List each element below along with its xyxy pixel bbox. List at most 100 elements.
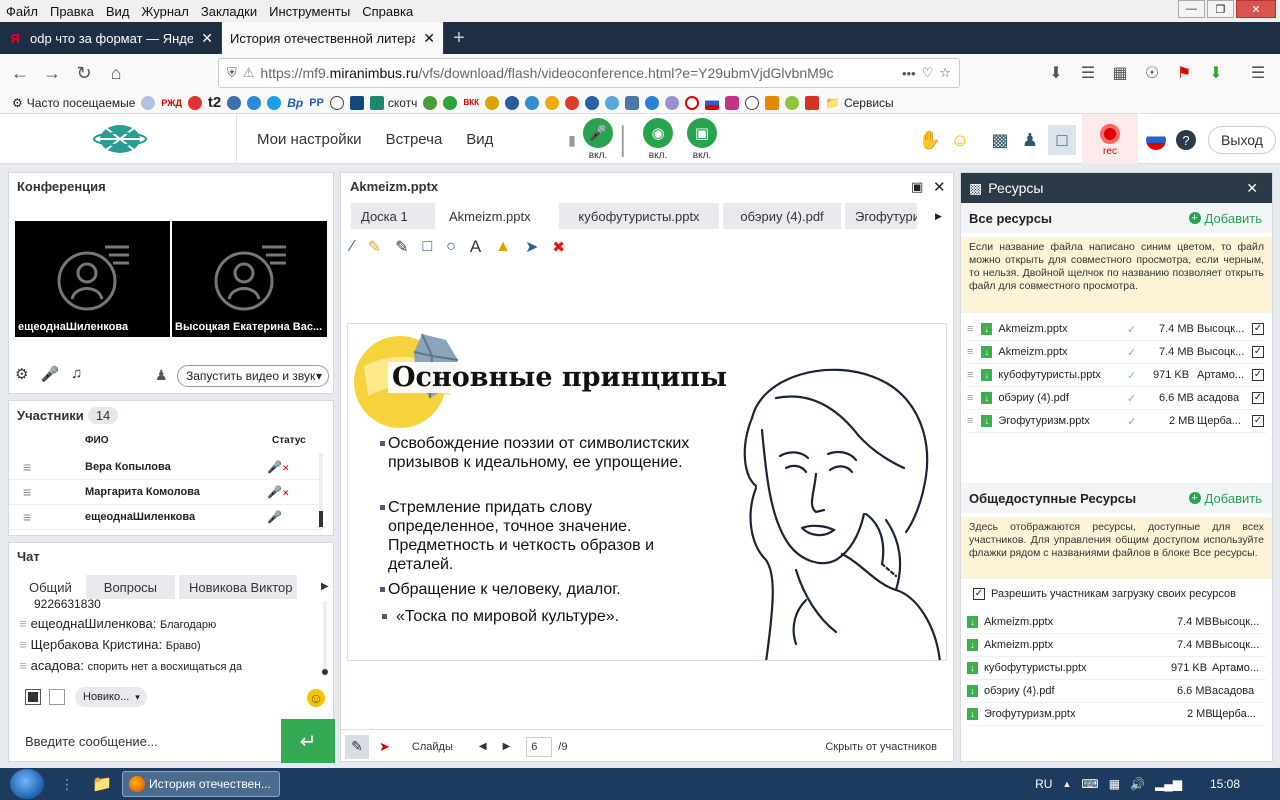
rectangle-tool-icon[interactable]: □ — [422, 238, 432, 256]
maximize-icon[interactable]: ▣ — [911, 179, 923, 195]
drag-handle-icon[interactable]: ≡ — [9, 509, 85, 525]
text-color-icon[interactable] — [25, 689, 41, 705]
tray-expand-icon[interactable]: ▲ — [1062, 779, 1071, 789]
taskbar-firefox-app[interactable]: История отечествен... — [122, 771, 280, 797]
bookmark-icon[interactable] — [484, 95, 499, 110]
participant-row[interactable]: ≡ Маргарита Комолова 🎤✕ — [9, 480, 319, 505]
download-icon[interactable]: ↓ — [981, 369, 993, 381]
mic-active-icon[interactable]: 🎤 — [267, 510, 282, 524]
library-icon[interactable]: ☰ — [1074, 58, 1102, 88]
checkmark-icon[interactable] — [604, 95, 619, 110]
tab-close-icon[interactable]: ✕ — [201, 30, 213, 47]
bookmark-icon[interactable] — [504, 95, 519, 110]
bookmark-icon[interactable] — [764, 95, 779, 110]
participant-row[interactable]: ≡ Вера Копылова 🎤✕ — [9, 455, 319, 480]
share-checkbox[interactable]: ✓ — [1252, 392, 1264, 404]
share-checkbox[interactable]: ✓ — [1252, 346, 1264, 358]
menu-view[interactable]: Вид — [466, 131, 493, 148]
mic-muted-icon[interactable]: 🎤✕ — [267, 460, 290, 474]
recipient-dropdown[interactable]: Новико... ▾ — [75, 687, 147, 707]
clock[interactable]: 15:08 — [1210, 777, 1240, 791]
back-icon[interactable]: ← — [4, 57, 36, 89]
volume-icon[interactable]: 🔊 — [1130, 777, 1145, 791]
forward-icon[interactable]: → — [36, 57, 68, 89]
bookmark-icon[interactable] — [247, 95, 262, 110]
download-icon[interactable]: ↓ — [967, 662, 978, 674]
close-icon[interactable]: ✕ — [933, 178, 946, 196]
add-resource-button[interactable]: + Добавить — [1188, 211, 1262, 226]
pointer-icon[interactable]: ➤ — [379, 739, 390, 755]
bookmark-icon[interactable] — [349, 95, 364, 110]
volume-slider[interactable]: │ — [612, 125, 636, 155]
tab-scroll-right-icon[interactable]: ▶ — [935, 211, 942, 222]
public-resource-row[interactable]: ↓ обэриу (4).pdf 6.6 MB асадова — [967, 680, 1266, 703]
clear-tool-icon[interactable]: ✖ — [552, 238, 565, 256]
bookmark-pp[interactable]: PP — [309, 97, 324, 109]
share-checkbox[interactable]: ✓ — [1252, 323, 1264, 335]
extension-download-icon[interactable]: ⬇ — [1202, 58, 1230, 88]
download-icon[interactable]: ↓ — [967, 639, 978, 651]
folder-icon[interactable]: □ — [1048, 125, 1076, 155]
share-checkbox[interactable]: ✓ — [1252, 369, 1264, 381]
presentation-slide[interactable]: Основные принципы Освобождение поэзии от… — [347, 323, 947, 661]
bookmark-red[interactable]: ВКК — [463, 98, 479, 107]
resource-row[interactable]: ≡ ↓ обэриу (4).pdf ✓ 6.6 MB асадова ✓ — [967, 387, 1266, 410]
text-tool-icon[interactable]: A — [470, 237, 481, 257]
menu-tools[interactable]: Инструменты — [263, 4, 356, 19]
chat-tab-private[interactable]: Новикова Виктор — [179, 575, 298, 599]
emoji-icon[interactable]: ☺ — [948, 128, 972, 152]
draw-mode-icon[interactable]: ✎ — [345, 734, 369, 759]
drag-handle-icon[interactable]: ≡ — [9, 459, 85, 475]
chat-tab-general[interactable]: Общий — [19, 575, 82, 599]
resource-row[interactable]: ≡ ↓ кубофутуристы.pptx ✓ 971 KB Артамо...… — [967, 364, 1266, 387]
camera-button[interactable]: ◉ вкл. — [636, 118, 680, 161]
bookmark-icon[interactable] — [141, 95, 156, 110]
record-button[interactable]: rec — [1082, 114, 1138, 164]
keyboard-icon[interactable]: ⌨ — [1081, 777, 1098, 791]
bookmark-icon[interactable] — [784, 95, 799, 110]
emoji-icon[interactable]: ☺ — [307, 689, 325, 707]
doc-tab[interactable]: обэриу (4).pdf — [723, 203, 841, 229]
page-actions-icon[interactable]: ••• — [902, 66, 916, 81]
scrollbar[interactable] — [319, 453, 323, 531]
bookmark-icon[interactable] — [443, 95, 458, 110]
prev-slide-icon[interactable]: ◀ — [479, 741, 487, 752]
mic-settings-icon[interactable]: 🎤 — [40, 365, 59, 383]
allow-upload-option[interactable]: ✓ Разрешить участникам загрузку своих ре… — [973, 588, 1236, 600]
bookmark-rzd[interactable]: РЖД — [161, 98, 181, 108]
fill-tool-icon[interactable]: ▲ — [495, 238, 511, 256]
slides-button[interactable]: Слайды — [412, 741, 453, 753]
browser-tab-active[interactable]: История отечественной литерату ✕ — [222, 22, 444, 54]
background-color-icon[interactable] — [49, 689, 65, 705]
pointer-tool-icon[interactable]: ➤ — [525, 237, 538, 257]
screen-share-button[interactable]: ▣ вкл. — [680, 118, 724, 161]
menu-view[interactable]: Вид — [100, 4, 136, 19]
user-settings-icon[interactable]: ♟ — [1018, 128, 1042, 152]
new-tab-icon[interactable]: + — [444, 22, 474, 54]
restore-icon[interactable]: ❐ — [1207, 0, 1234, 18]
download-icon[interactable]: ↓ — [967, 708, 978, 720]
menu-help[interactable]: Справка — [356, 4, 419, 19]
download-icon[interactable]: ↓ — [967, 685, 978, 697]
extension-flag-icon[interactable]: ⚑ — [1170, 58, 1198, 88]
ellipse-tool-icon[interactable]: ○ — [446, 238, 456, 256]
public-resource-row[interactable]: ↓ кубофутуристы.pptx 971 KB Артамо... — [967, 657, 1266, 680]
start-button[interactable] — [10, 769, 44, 799]
bookmark-icon[interactable] — [644, 95, 659, 110]
line-tool-icon[interactable]: ∕ — [351, 238, 354, 256]
menu-my-settings[interactable]: Мои настройки — [257, 131, 362, 148]
network-status-icon[interactable]: ▦ — [1109, 777, 1120, 791]
drag-handle-icon[interactable]: ≡ — [967, 392, 973, 404]
bookmark-icon[interactable] — [564, 95, 579, 110]
send-button[interactable]: ↵ — [281, 719, 335, 763]
bookmark-frequent[interactable]: ⚙ Часто посещаемые — [12, 96, 135, 110]
drag-handle-icon[interactable]: ≡ — [9, 484, 85, 500]
video-tile[interactable]: ещеоднаШиленкова — [15, 221, 170, 337]
resource-row[interactable]: ≡ ↓ Akmeizm.pptx ✓ 7.4 MB Высоцк... ✓ — [967, 318, 1266, 341]
public-resource-row[interactable]: ↓ Akmeizm.pptx 7.4 MB Высоцк... — [967, 634, 1266, 657]
explorer-icon[interactable]: 📁 — [92, 774, 112, 794]
hide-from-participants-button[interactable]: Скрыть от участников — [825, 741, 937, 753]
vk-icon[interactable] — [624, 95, 639, 110]
window-close-icon[interactable]: ✕ — [1236, 0, 1276, 18]
bookmark-bp[interactable]: Bp — [287, 96, 303, 110]
